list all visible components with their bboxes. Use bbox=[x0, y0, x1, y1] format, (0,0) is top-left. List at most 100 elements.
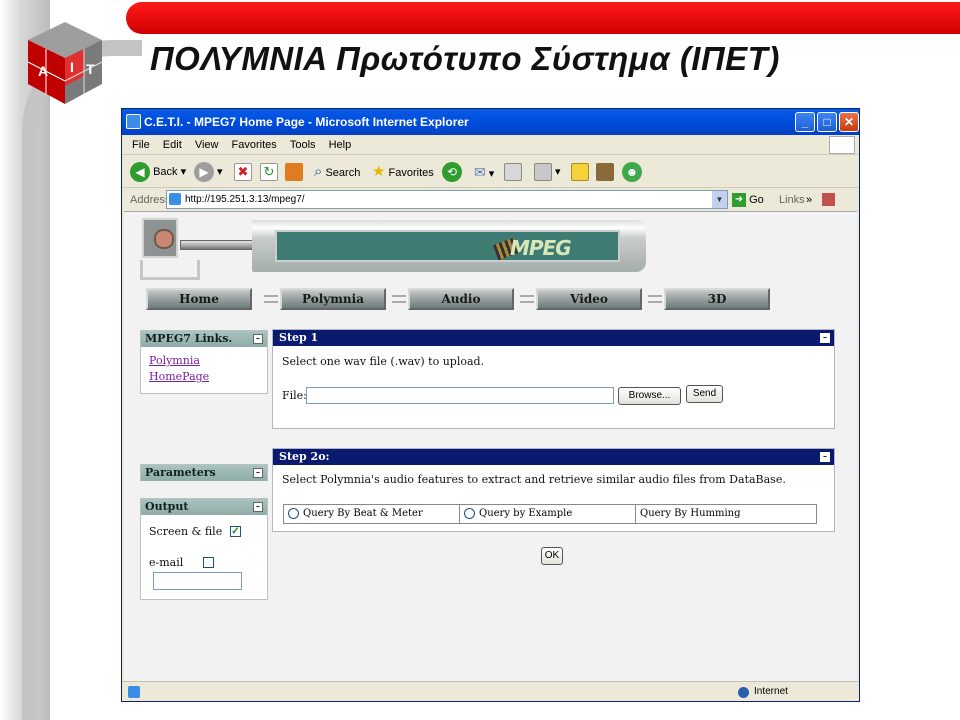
ok-button[interactable]: OK bbox=[541, 547, 563, 565]
nav-separator bbox=[520, 295, 534, 303]
print-button[interactable] bbox=[504, 162, 522, 184]
close-button[interactable]: ✕ bbox=[839, 112, 859, 132]
collapse-icon[interactable]: – bbox=[820, 452, 830, 462]
internet-globe-icon bbox=[738, 687, 749, 698]
messenger-icon: ☻ bbox=[622, 162, 642, 183]
favorites-label: Favorites bbox=[388, 167, 434, 179]
history-icon: ⟲ bbox=[442, 162, 462, 183]
links-label[interactable]: Links bbox=[779, 189, 805, 211]
collapse-icon[interactable]: – bbox=[820, 333, 830, 343]
links-panel-title-text: MPEG7 Links. bbox=[145, 332, 233, 345]
print-icon bbox=[504, 163, 522, 182]
discuss-button[interactable] bbox=[571, 162, 589, 184]
links-chevron[interactable]: » bbox=[806, 189, 812, 211]
status-bar: Internet bbox=[122, 681, 859, 701]
minimize-button[interactable]: _ bbox=[795, 112, 815, 132]
back-button[interactable]: ◀ Back ▾ bbox=[130, 162, 186, 184]
links-panel: MPEG7 Links. – Polymnia HomePage bbox=[140, 330, 268, 394]
sidebar-link-polymnia[interactable]: Polymnia bbox=[149, 353, 267, 369]
query-option-humming[interactable]: Query By Humming bbox=[636, 505, 816, 523]
slide-title: ΠΟΛΥΜΝΙΑ Πρωτότυπο Σύστημα (ΙΠΕΤ) bbox=[150, 40, 780, 77]
camera-body bbox=[142, 218, 178, 258]
slide-top-band bbox=[126, 2, 960, 34]
logo-letter-i: I bbox=[70, 59, 74, 75]
step1-instruction: Select one wav file (.wav) to upload. bbox=[282, 355, 485, 368]
menu-file[interactable]: File bbox=[132, 139, 150, 151]
status-page-icon bbox=[128, 686, 140, 698]
nav-home[interactable]: Home bbox=[146, 288, 252, 310]
file-input[interactable] bbox=[306, 387, 614, 404]
toolbar-extra-icon[interactable] bbox=[822, 193, 835, 206]
menu-help[interactable]: Help bbox=[329, 139, 352, 151]
collapse-icon[interactable]: – bbox=[253, 334, 263, 344]
address-dropdown-icon[interactable]: ▼ bbox=[712, 191, 727, 208]
screen-file-checkbox[interactable]: ✓ bbox=[230, 526, 241, 537]
history-button[interactable]: ⟲ bbox=[442, 162, 462, 184]
go-label: Go bbox=[749, 194, 764, 206]
collapse-icon[interactable]: – bbox=[253, 502, 263, 512]
send-button[interactable]: Send bbox=[686, 385, 723, 403]
query-option-humming-label: Query By Humming bbox=[640, 508, 741, 519]
main-nav: Home Polymnia Audio Video 3D bbox=[146, 288, 776, 314]
nav-3d[interactable]: 3D bbox=[664, 288, 770, 310]
favorites-star-icon: ★ bbox=[372, 163, 386, 180]
menu-view[interactable]: View bbox=[195, 139, 219, 151]
nav-polymnia[interactable]: Polymnia bbox=[280, 288, 386, 310]
email-checkbox[interactable] bbox=[203, 557, 214, 568]
ait-logo: A I T bbox=[27, 22, 103, 104]
logo-letter-a: A bbox=[38, 63, 48, 79]
email-input[interactable] bbox=[153, 572, 242, 590]
mail-button[interactable]: ✉ ▾ bbox=[474, 162, 494, 184]
browser-window: C.E.T.I. - MPEG7 Home Page - Microsoft I… bbox=[121, 108, 860, 702]
search-icon: ⌕ bbox=[314, 163, 323, 180]
stop-button[interactable]: ✖ bbox=[234, 162, 252, 184]
favorites-button[interactable]: ★ Favorites bbox=[372, 162, 434, 184]
nav-separator bbox=[392, 295, 406, 303]
forward-button[interactable]: ▶ ▾ bbox=[194, 162, 223, 184]
radio-icon[interactable] bbox=[288, 508, 299, 519]
address-label: Address bbox=[130, 194, 171, 206]
research-icon bbox=[596, 163, 614, 182]
radio-icon[interactable] bbox=[464, 508, 475, 519]
menu-tools[interactable]: Tools bbox=[290, 139, 316, 151]
camera-graphic bbox=[140, 216, 200, 284]
banner-arm bbox=[180, 240, 255, 250]
edit-button[interactable]: ▾ bbox=[534, 162, 561, 184]
nav-separator bbox=[648, 295, 662, 303]
nav-video[interactable]: Video bbox=[536, 288, 642, 310]
back-label: Back bbox=[153, 166, 178, 178]
research-button[interactable] bbox=[596, 162, 614, 184]
address-input[interactable]: http://195.251.3.13/mpeg7/ ▼ bbox=[166, 190, 728, 209]
step1-header: Step 1 – bbox=[273, 330, 834, 346]
home-button[interactable] bbox=[285, 162, 303, 184]
windows-flag-icon bbox=[829, 136, 855, 154]
address-url: http://195.251.3.13/mpeg7/ bbox=[185, 194, 305, 205]
browse-button[interactable]: Browse... bbox=[618, 387, 681, 405]
discuss-icon bbox=[571, 163, 589, 182]
status-zone: Internet bbox=[754, 686, 788, 697]
window-titlebar: C.E.T.I. - MPEG7 Home Page - Microsoft I… bbox=[122, 109, 859, 135]
search-button[interactable]: ⌕ Search bbox=[314, 162, 360, 184]
step1-panel: Step 1 – Select one wav file (.wav) to u… bbox=[272, 329, 835, 429]
maximize-button[interactable]: □ bbox=[817, 112, 837, 132]
address-bar: Address http://195.251.3.13/mpeg7/ ▼ ➜ G… bbox=[122, 189, 859, 211]
logo-letter-t: T bbox=[86, 61, 95, 77]
go-button[interactable]: ➜ Go bbox=[732, 189, 764, 211]
messenger-button[interactable]: ☻ bbox=[622, 162, 642, 184]
refresh-button[interactable]: ↻ bbox=[260, 162, 278, 184]
sidebar-link-homepage[interactable]: HomePage bbox=[149, 369, 267, 385]
query-option-example[interactable]: Query by Example bbox=[460, 505, 636, 523]
nav-audio[interactable]: Audio bbox=[408, 288, 514, 310]
collapse-icon[interactable]: – bbox=[253, 468, 263, 478]
menu-favorites[interactable]: Favorites bbox=[232, 139, 277, 151]
step2-instruction: Select Polymnia's audio features to extr… bbox=[282, 473, 786, 486]
step1-title: Step 1 bbox=[279, 331, 319, 344]
go-arrow-icon: ➜ bbox=[732, 193, 746, 208]
mpeg-logo: MPEG bbox=[510, 236, 572, 260]
file-label: File: bbox=[282, 389, 307, 402]
query-option-beat[interactable]: Query By Beat & Meter bbox=[284, 505, 460, 523]
refresh-icon: ↻ bbox=[260, 163, 278, 182]
links-panel-title: MPEG7 Links. – bbox=[141, 331, 267, 347]
stop-icon: ✖ bbox=[234, 163, 252, 182]
menu-edit[interactable]: Edit bbox=[163, 139, 182, 151]
